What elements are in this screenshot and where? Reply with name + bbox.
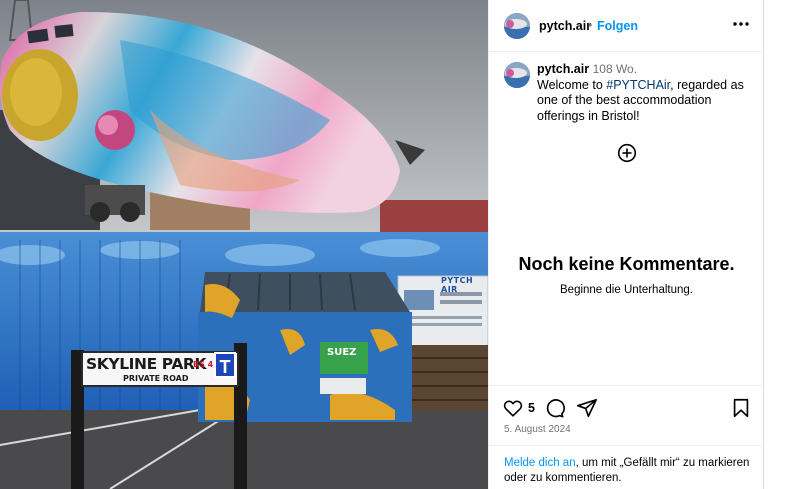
post-header: pytch.air • Folgen xyxy=(489,0,764,52)
avatar-image xyxy=(504,13,530,39)
likes-count[interactable]: 5 xyxy=(528,401,535,415)
post-photo-graphic xyxy=(0,0,488,489)
avatar-image xyxy=(504,62,530,88)
username-link[interactable]: pytch.air xyxy=(539,19,591,33)
share-icon[interactable] xyxy=(576,397,598,419)
caption-avatar[interactable] xyxy=(504,62,530,88)
more-options-icon[interactable] xyxy=(731,14,751,34)
post-sidebar: pytch.air • Folgen pytch.air 108 Wo. Wel… xyxy=(488,0,764,489)
bookmark-icon[interactable] xyxy=(730,397,752,419)
separator-dot: • xyxy=(588,18,593,32)
caption-username[interactable]: pytch.air xyxy=(537,62,589,76)
street-sign-number: BS 4 xyxy=(193,360,214,369)
login-link[interactable]: Melde dich an xyxy=(504,457,576,469)
heart-icon[interactable] xyxy=(502,397,524,419)
hashtag-link[interactable]: #PYTCHAir xyxy=(606,78,670,92)
follow-button[interactable]: Folgen xyxy=(597,19,638,33)
no-comments-subtitle: Beginne die Unterhaltung. xyxy=(560,284,693,296)
login-prompt-text: Melde dich an, um mit „Gefällt mir“ zu m… xyxy=(504,456,754,486)
caption-time[interactable]: 108 Wo. xyxy=(593,62,637,76)
post-date[interactable]: 5. August 2024 xyxy=(504,424,571,435)
add-circle-icon[interactable] xyxy=(617,143,637,163)
caption-body-start: Welcome to xyxy=(537,77,607,92)
avatar[interactable] xyxy=(504,13,530,39)
comment-icon[interactable] xyxy=(543,397,565,419)
login-prompt: Melde dich an, um mit „Gefällt mir“ zu m… xyxy=(489,445,764,489)
no-comments-title: Noch keine Kommentare. xyxy=(518,254,735,274)
bin-label: SUEZ xyxy=(327,347,357,358)
board-label: PYTCH AIR xyxy=(441,276,474,294)
post-image[interactable]: SKYLINE PARK PRIVATE ROAD BS 4 T PYTCH A… xyxy=(0,0,488,489)
street-sign-letter: T xyxy=(214,352,236,378)
caption-text: pytch.air 108 Wo. Welcome to #PYTCHAir, … xyxy=(537,62,757,124)
